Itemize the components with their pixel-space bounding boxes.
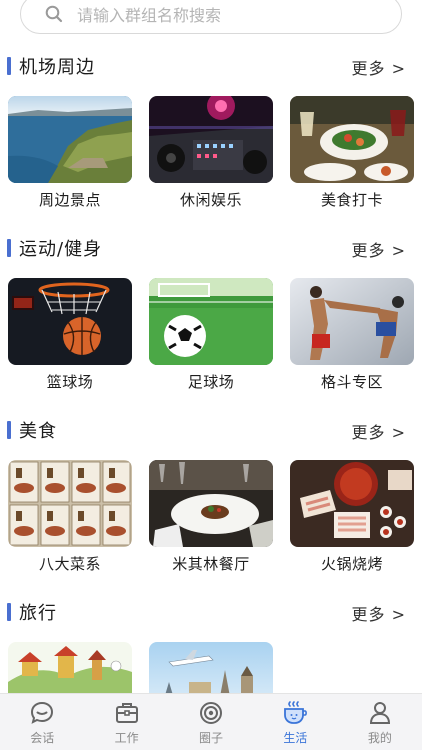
search-bar[interactable]: 请输入群组名称搜索 [20,0,402,34]
section-food: 美食 更多 > 八大菜系 米其林餐厅 火锅烧烤 [0,416,422,573]
tab-label: 圈子 [199,731,224,745]
basketball-hoop-image [8,278,132,365]
section-marker [7,421,11,439]
card-label: 休闲娱乐 [179,191,242,209]
tab-label: 生活 [283,731,308,745]
section-title: 美食 [19,421,57,442]
tab-chat[interactable]: 会话 [0,694,84,750]
card-label: 米其林餐厅 [172,555,250,573]
search-input[interactable]: 请输入群组名称搜索 [77,2,221,26]
card-scenic-spots[interactable]: 周边景点 [8,96,132,210]
card-food-checkin[interactable]: 美食打卡 [290,96,414,210]
card-basketball[interactable]: 篮球场 [8,278,132,392]
card-entertainment[interactable]: 休闲娱乐 [149,96,273,210]
card-label: 周边景点 [38,191,101,209]
section-header: 旅行 更多 > [0,598,422,628]
card-michelin[interactable]: 米其林餐厅 [149,460,273,574]
dj-console-image [149,96,273,183]
section-header: 运动/健身 更多 > [0,234,422,264]
card-label: 火锅烧烤 [320,555,383,573]
chat-icon [31,701,54,724]
fine-dining-image [149,460,273,547]
person-icon [369,702,390,724]
card-label: 八大菜系 [38,555,101,573]
section-travel: 旅行 更多 > [0,598,422,729]
scenic-coast-image [8,96,132,183]
tab-label: 工作 [114,731,139,745]
tab-profile[interactable]: 我的 [338,694,422,750]
section-sports: 运动/健身 更多 > 篮球场 足球场 格斗专区 [0,234,422,391]
more-link[interactable]: 更多 > [352,55,407,79]
card-label: 篮球场 [46,373,94,391]
cuisine-posters-image [8,460,132,547]
section-title: 运动/健身 [19,239,103,260]
section-title: 机场周边 [19,57,95,78]
bottom-tab-bar: 会话 工作 圈子 生活 我的 [0,693,422,750]
dining-table-image [290,96,414,183]
kickboxing-image [290,278,414,365]
card-football[interactable]: 足球场 [149,278,273,392]
section-title: 旅行 [19,603,57,624]
tab-label: 会话 [30,731,55,745]
tab-work[interactable]: 工作 [84,694,168,750]
card-eight-cuisines[interactable]: 八大菜系 [8,460,132,574]
card-label: 格斗专区 [320,373,383,391]
soccer-ball-image [149,278,273,365]
circle-icon [200,702,223,724]
card-label: 美食打卡 [320,191,383,209]
tab-circle[interactable]: 圈子 [169,694,253,750]
tab-label: 我的 [367,731,392,745]
card-combat[interactable]: 格斗专区 [290,278,414,392]
section-marker [7,57,11,75]
tab-life[interactable]: 生活 [253,694,337,750]
card-hotpot-bbq[interactable]: 火锅烧烤 [290,460,414,574]
more-link[interactable]: 更多 > [352,601,407,625]
section-marker [7,603,11,621]
card-label: 足球场 [187,373,235,391]
section-header: 机场周边 更多 > [0,52,422,82]
coffee-cup-icon [284,701,308,724]
briefcase-icon [115,703,138,723]
section-header: 美食 更多 > [0,416,422,446]
section-marker [7,239,11,257]
more-link[interactable]: 更多 > [352,419,407,443]
more-link[interactable]: 更多 > [352,237,407,261]
search-icon [45,5,63,23]
section-airport: 机场周边 更多 > 周边景点 休闲娱乐 美食打卡 [0,52,422,209]
hotpot-image [290,460,414,547]
